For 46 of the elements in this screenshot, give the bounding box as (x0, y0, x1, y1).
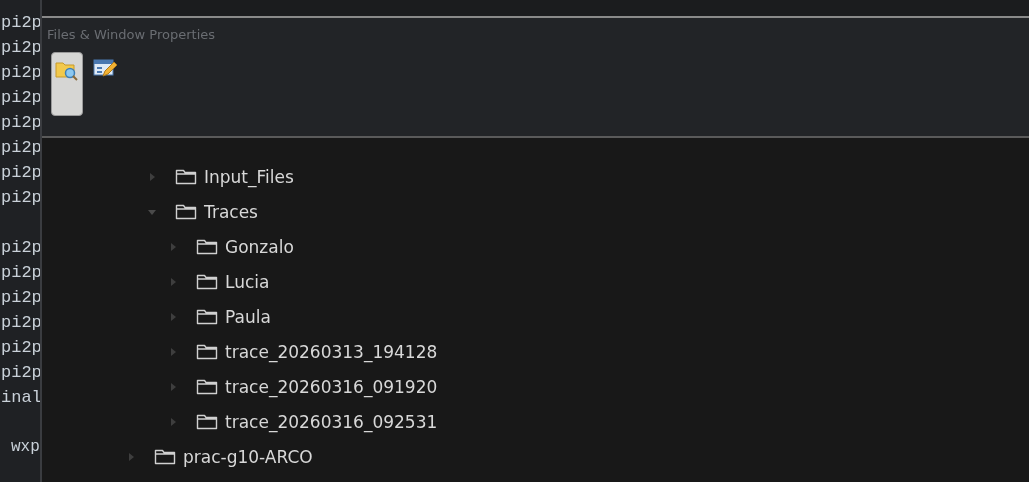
folder-icon (154, 447, 176, 466)
terminal-line: pi2p (1, 313, 40, 332)
expand-arrow-icon[interactable] (169, 347, 177, 356)
terminal-line: pi2p (1, 63, 40, 82)
tree-item[interactable]: trace_20260313_194128 (42, 334, 1029, 369)
window-edit-icon (93, 58, 117, 78)
folder-icon (196, 237, 218, 256)
terminal-line: pi2p (1, 88, 40, 107)
folder-icon (196, 412, 218, 431)
terminal-line: pi2p (1, 138, 40, 157)
folder-icon (196, 342, 218, 361)
panel-title: Files & Window Properties (47, 27, 216, 42)
terminal-line: pi2p (1, 38, 40, 57)
terminal-line: inal (1, 388, 40, 407)
folder-icon (175, 202, 197, 221)
terminal-line: pi2p (1, 163, 40, 182)
folder-search-icon (55, 59, 79, 81)
expand-arrow-icon[interactable] (127, 452, 135, 461)
expand-arrow-icon[interactable] (169, 417, 177, 426)
expand-arrow-icon[interactable] (169, 382, 177, 391)
folder-icon (196, 272, 218, 291)
tree-item[interactable]: Paula (42, 299, 1029, 334)
expand-arrow-icon[interactable] (169, 312, 177, 321)
terminal-line: pi2p (1, 263, 40, 282)
tree-item[interactable]: prac-g10-ARCO (42, 439, 1029, 474)
folder-icon (196, 307, 218, 326)
terminal-line: wxp (11, 438, 40, 456)
expand-arrow-icon[interactable] (169, 277, 177, 286)
tree-item[interactable]: Input_Files (42, 159, 1029, 194)
tree-item[interactable]: trace_20260316_092531 (42, 404, 1029, 439)
tree-item[interactable]: trace_20260316_091920 (42, 369, 1029, 404)
tree-item[interactable]: Lucia (42, 264, 1029, 299)
terminal-line: pi2p (1, 363, 40, 382)
terminal-line: pi2p (1, 113, 40, 132)
terminal-line: pi2p (1, 288, 40, 307)
terminal-line: pi2p (1, 338, 40, 357)
collapse-arrow-icon[interactable] (148, 207, 156, 216)
expand-arrow-icon[interactable] (148, 172, 156, 181)
terminal-line: pi2p (1, 238, 40, 257)
tree-item[interactable]: Gonzalo (42, 229, 1029, 264)
folder-icon (196, 377, 218, 396)
terminal-line: pi2p (1, 188, 40, 207)
tree-item[interactable]: Traces (42, 194, 1029, 229)
expand-arrow-icon[interactable] (169, 242, 177, 251)
folder-icon (175, 167, 197, 186)
terminal-line: pi2p (1, 13, 40, 32)
